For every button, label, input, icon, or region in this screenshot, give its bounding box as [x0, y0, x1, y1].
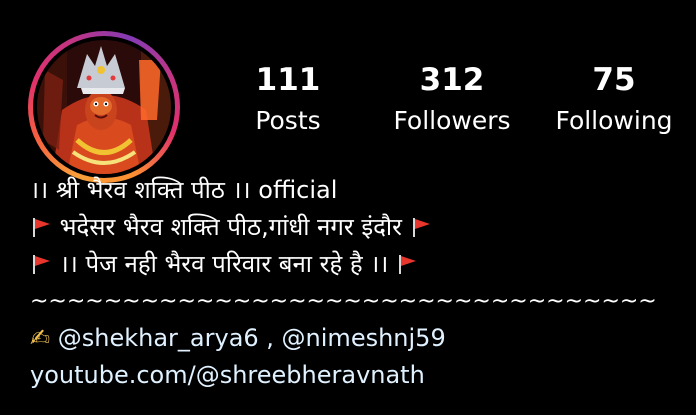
bio-motto-text: ।। पेज नही भैरव परिवार बना रहे है ।। [59, 250, 389, 278]
followers-stat[interactable]: 312 Followers [382, 62, 522, 136]
posts-stat[interactable]: 111 Posts [218, 62, 358, 136]
bio-location-text: भदेसर भैरव शक्ति पीठ,गांधी नगर इंदौर [59, 213, 402, 241]
profile-bio: ।। श्री भैरव शक्ति पीठ ।। official भदेसर… [30, 172, 680, 394]
bio-divider: ~~~~~~~~~~~~~~~~~~~~~~~~~~~~~~~~~~ [30, 289, 657, 314]
following-label: Following [555, 106, 673, 135]
triangular-flag-icon [33, 218, 50, 237]
avatar[interactable] [37, 40, 171, 174]
bio-website-link[interactable]: youtube.com/@shreebheravnath [30, 357, 680, 394]
bio-title: ।। श्री भैरव शक्ति पीठ ।। official [30, 176, 338, 204]
followers-count: 312 [419, 62, 485, 98]
triangular-flag-icon [399, 255, 417, 274]
bio-motto-line: ।। पेज नही भैरव परिवार बना रहे है ।। [30, 246, 680, 283]
story-ring[interactable] [28, 31, 180, 183]
posts-count: 111 [255, 62, 321, 98]
triangular-flag-icon [33, 255, 50, 274]
bio-mentions-line: ✍ @shekhar_arya6 , @nimeshnj59 [30, 320, 680, 357]
bio-location-line: भदेसर भैरव शक्ति पीठ,गांधी नगर इंदौर [30, 209, 680, 246]
followers-label: Followers [393, 106, 511, 135]
posts-label: Posts [255, 106, 321, 135]
triangular-flag-icon [412, 218, 430, 237]
writing-hand-icon: ✍ [30, 324, 51, 352]
bio-mentions[interactable]: @shekhar_arya6 , @nimeshnj59 [58, 324, 446, 352]
following-stat[interactable]: 75 Following [544, 62, 684, 136]
following-count: 75 [592, 62, 636, 98]
